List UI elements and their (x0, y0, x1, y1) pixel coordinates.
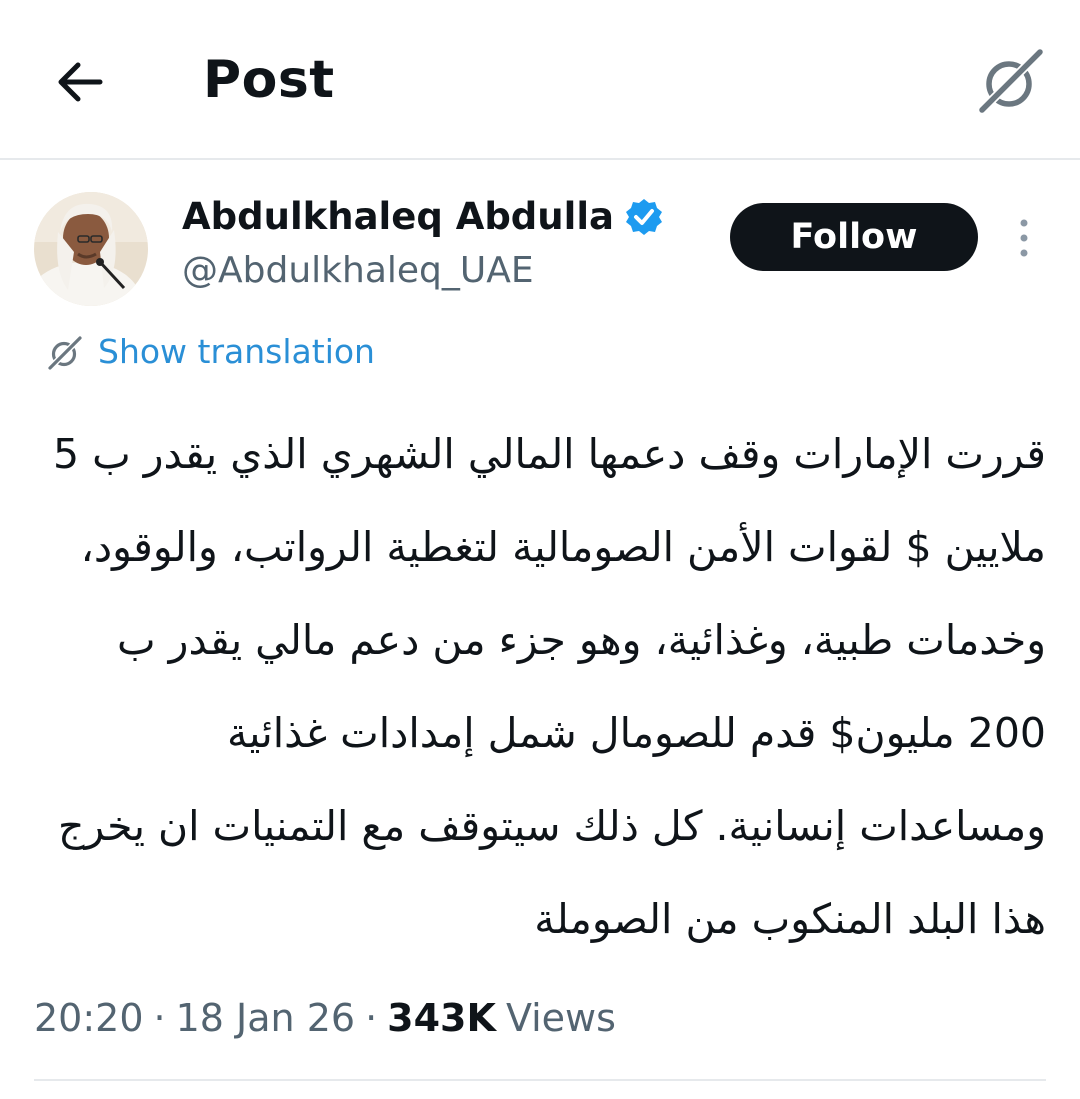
views-count[interactable]: 343K (387, 996, 496, 1040)
follow-button[interactable]: Follow (730, 203, 978, 271)
avatar[interactable] (34, 192, 148, 306)
page-title: Post (203, 50, 335, 110)
show-translation-label[interactable]: Show translation (98, 332, 375, 371)
divider (34, 1079, 1046, 1081)
post-body: قررت الإمارات وقف دعمها المالي الشهري ال… (52, 430, 1046, 943)
post-date[interactable]: 18 Jan 26 (176, 996, 355, 1040)
views-label: Views (505, 996, 616, 1040)
verified-badge-icon (625, 198, 662, 235)
post-time[interactable]: 20:20 (34, 996, 144, 1040)
grok-icon (48, 335, 82, 370)
post-meta: 20:20 · 18 Jan 26 · 343K Views (34, 996, 616, 1040)
meta-separator: · (153, 996, 166, 1040)
author-handle[interactable]: @Abdulkhaleq_UAE (182, 250, 534, 291)
more-options-icon[interactable] (1010, 215, 1038, 261)
meta-separator: · (365, 996, 378, 1040)
top-bar: Post (0, 0, 1080, 160)
grok-icon[interactable] (976, 44, 1048, 116)
show-translation-link[interactable]: Show translation (46, 332, 375, 371)
back-arrow-icon[interactable] (50, 52, 110, 112)
author-name-row[interactable]: Abdulkhaleq Abdulla (182, 195, 664, 238)
author-name[interactable]: Abdulkhaleq Abdulla (182, 195, 614, 238)
